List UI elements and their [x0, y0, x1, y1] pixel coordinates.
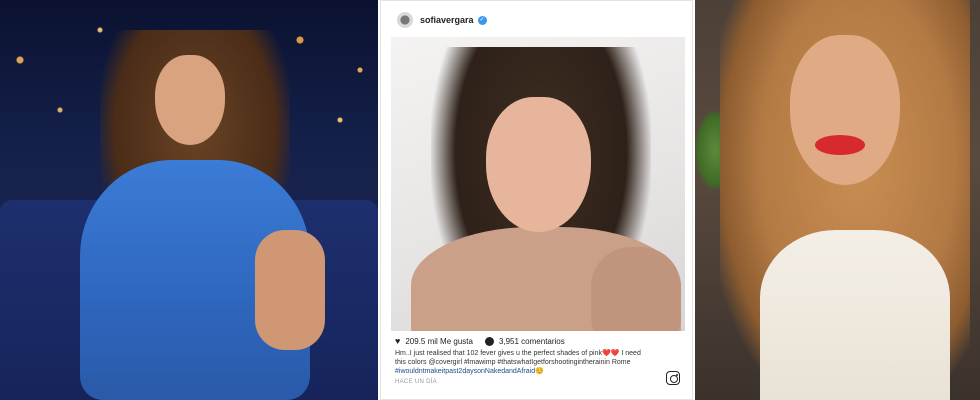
instagram-post-card: sofiavergara ✓ ♥ 209.5 mil Me gusta 3,95… — [380, 0, 693, 400]
left-photo — [0, 0, 378, 400]
username[interactable]: sofiavergara — [420, 15, 474, 25]
photo-face — [486, 97, 591, 232]
post-actions: ♥ 209.5 mil Me gusta 3,951 comentarios — [395, 335, 685, 347]
left-person-arm — [255, 230, 325, 350]
right-photo — [695, 0, 980, 400]
instagram-icon[interactable] — [666, 371, 680, 385]
likes-count: 209.5 mil Me gusta — [405, 336, 473, 346]
post-hashtags[interactable]: #iwouldntmakeitpast2daysonNakedandAfraid… — [395, 367, 645, 376]
verified-badge-icon: ✓ — [477, 15, 487, 25]
post-photo[interactable] — [391, 37, 685, 331]
comments-count: 3,951 comentarios — [498, 336, 565, 346]
avatar[interactable] — [397, 12, 413, 28]
right-person-face — [790, 35, 900, 185]
comment-icon[interactable] — [484, 336, 494, 346]
heart-icon[interactable]: ♥ — [395, 336, 400, 346]
right-person-white-top — [760, 230, 950, 400]
post-header: sofiavergara ✓ — [381, 1, 694, 39]
right-person-lips — [815, 135, 865, 155]
photo-arm — [591, 247, 681, 331]
post-time: HACE UN DÍA — [395, 379, 437, 385]
left-person-face — [155, 55, 225, 145]
